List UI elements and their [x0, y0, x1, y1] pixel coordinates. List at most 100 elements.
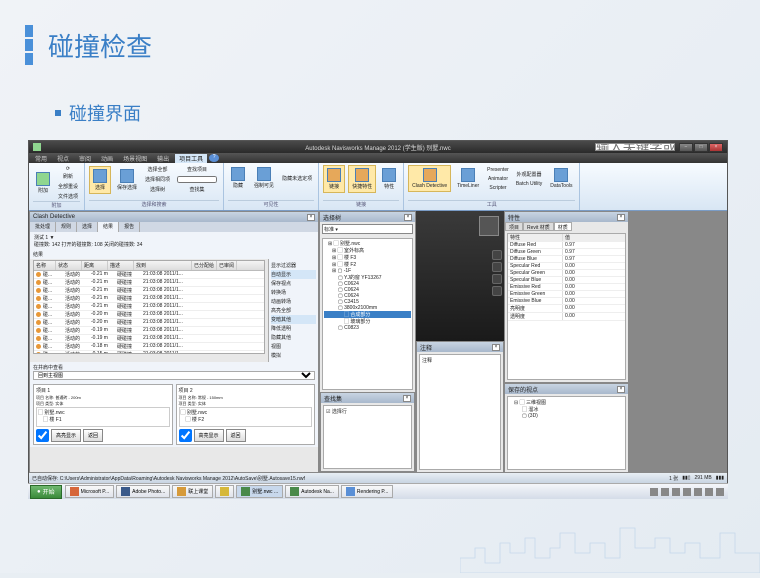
task-class[interactable]: 联上课堂	[172, 485, 213, 498]
table-row[interactable]: 碰...活动的-0.20 m硬碰撞21:03:08 2011/1...	[34, 319, 264, 327]
tray-icon[interactable]	[694, 488, 702, 496]
ribbon-hideunsel[interactable]: 隐藏未选定项	[280, 174, 314, 183]
tree-node[interactable]: ▢ 玻璃部分	[324, 318, 411, 325]
review-select[interactable]: 回到主视图	[33, 371, 315, 380]
tab-select[interactable]: 选择	[77, 222, 98, 232]
window-titlebar[interactable]: Autodesk Navisworks Manage 2012 (学生版) 别墅…	[29, 141, 727, 153]
tray-icon[interactable]	[672, 488, 680, 496]
menu-anim[interactable]: 动画	[97, 154, 117, 163]
tab-batch[interactable]: 批处理	[30, 222, 56, 232]
ribbon-selsame[interactable]: 选择相同项	[143, 175, 172, 184]
zoom-tool[interactable]	[492, 274, 502, 284]
ribbon-timeliner[interactable]: TimeLiner	[454, 166, 482, 191]
ribbon-reset[interactable]: 全部重设	[56, 182, 80, 191]
tree-node[interactable]: ⊞ ▢ 别墅.nwc	[324, 240, 411, 247]
ribbon-finditem[interactable]: 查找项目	[175, 165, 219, 174]
task-ps[interactable]: Adobe Photo...	[116, 485, 170, 498]
ribbon-datatools[interactable]: DataTools	[547, 166, 575, 191]
ribbon-appearcfg[interactable]: 外观配置器	[514, 170, 544, 179]
tree-node[interactable]: ▢ 合成部分	[324, 311, 411, 318]
ribbon-quickfind[interactable]	[175, 175, 219, 184]
start-button[interactable]: ● 开始	[30, 485, 62, 499]
ribbon-tree[interactable]: 选择树	[143, 185, 172, 194]
ribbon-presenter[interactable]: Presenter	[485, 166, 511, 174]
table-row[interactable]: 碰...活动的-0.21 m硬碰撞21:03:08 2011/1...	[34, 303, 264, 311]
ribbon-hide[interactable]: 隐藏	[228, 165, 248, 191]
tray-icon[interactable]	[650, 488, 658, 496]
tree-node[interactable]: ▢ C0823	[324, 325, 411, 331]
menu-review[interactable]: 审阅	[75, 154, 95, 163]
tree-body[interactable]: ⊞ ▢ 别墅.nwc⊞ ▢ 室外标高⊞ ▢ 楼 F3⊞ ▢ 楼 F2⊞ ▢ -1…	[322, 238, 413, 390]
orbit-tool[interactable]	[492, 250, 502, 260]
ribbon-scripter[interactable]: Scripter	[485, 184, 511, 192]
viewport-3d[interactable]: 注释× 注释	[416, 211, 504, 473]
item2-back[interactable]: 返回	[226, 429, 246, 442]
tree-node[interactable]: ⊞ ▢ 楼 F2	[324, 261, 411, 268]
close-icon[interactable]: ×	[404, 214, 412, 221]
task-folder[interactable]	[215, 485, 234, 498]
table-row[interactable]: 碰...活动的-0.21 m硬碰撞21:03:08 2011/1...	[34, 287, 264, 295]
clash-title: Clash Detective	[33, 214, 75, 220]
menu-tools[interactable]: 项目工具	[175, 154, 207, 163]
close-icon[interactable]: ×	[307, 214, 315, 221]
pan-tool[interactable]	[492, 262, 502, 272]
minimize-button[interactable]: −	[679, 143, 693, 152]
tab-rules[interactable]: 规则	[56, 222, 77, 232]
tree-node[interactable]: ⊞ ▢ 室外标高	[324, 247, 411, 254]
tree-mode-select[interactable]: 标准 ▾	[322, 224, 413, 234]
props-row: Diffuse Red0.97	[508, 242, 625, 249]
ribbon-animator[interactable]: Animator	[485, 175, 511, 183]
tray-icon[interactable]	[683, 488, 691, 496]
item1-hl[interactable]: 高亮显示	[51, 429, 81, 442]
ribbon-forcevis[interactable]: 强制可见	[251, 165, 277, 191]
ribbon-fileopt[interactable]: 文件选项	[56, 192, 80, 201]
tree-node[interactable]: ▢ YJ的窗 YF13267	[324, 274, 411, 281]
props-tab-item[interactable]: 项目	[505, 222, 523, 231]
ribbon-links[interactable]: 链接	[323, 165, 345, 193]
menu-output[interactable]: 输出	[153, 154, 173, 163]
ribbon-batch[interactable]: Batch Utility	[514, 180, 544, 188]
viewcube[interactable]	[479, 216, 499, 236]
props-tab-material[interactable]: 材质	[554, 222, 572, 231]
tray-icon[interactable]	[716, 488, 724, 496]
decorative-cityscape	[460, 523, 760, 573]
item1-back[interactable]: 返回	[83, 429, 103, 442]
tab-report[interactable]: 报告	[119, 222, 140, 232]
table-row[interactable]: 碰...活动的-0.21 m硬碰撞21:03:08 2011/1...	[34, 279, 264, 287]
ribbon-savesel[interactable]: 保存选择	[114, 167, 140, 193]
item2-hl[interactable]: 高亮显示	[194, 429, 224, 442]
menu-home[interactable]: 常用	[31, 154, 51, 163]
search-input[interactable]	[595, 143, 675, 151]
tab-results[interactable]: 结果	[98, 222, 119, 232]
tree-node[interactable]: ⊞ ▢ 楼 F3	[324, 254, 411, 261]
maximize-button[interactable]: □	[694, 143, 708, 152]
table-row[interactable]: 碰...活动的-0.19 m硬碰撞21:03:08 2011/1...	[34, 327, 264, 335]
task-ppt[interactable]: Microsoft P...	[65, 485, 115, 498]
tray-icon[interactable]	[661, 488, 669, 496]
menu-viewpoint[interactable]: 视点	[53, 154, 73, 163]
help-button[interactable]: ?	[209, 154, 219, 162]
menu-scene[interactable]: 场景视图	[119, 154, 151, 163]
ribbon-selall[interactable]: 选择全部	[143, 165, 172, 174]
table-row[interactable]: 碰...活动的-0.21 m硬碰撞21:03:08 2011/1...	[34, 271, 264, 279]
close-button[interactable]: ×	[709, 143, 723, 152]
table-row[interactable]: 碰...活动的-0.15 m硬碰撞21:03:08 2011/1...	[34, 351, 264, 354]
ribbon-quickprops[interactable]: 快捷特性	[348, 165, 376, 193]
task-nwc[interactable]: 别墅.nwc ...	[236, 485, 283, 498]
ribbon-findset[interactable]: 查找集	[175, 185, 219, 194]
table-row[interactable]: 碰...活动的-0.21 m硬碰撞21:03:08 2011/1...	[34, 295, 264, 303]
props-tab-revit[interactable]: Revit 材质	[523, 222, 554, 231]
ribbon-append[interactable]: 附加	[33, 170, 53, 196]
system-tray[interactable]	[646, 488, 728, 496]
ribbon-select[interactable]: 选择	[89, 166, 111, 194]
table-row[interactable]: 碰...活动的-0.19 m硬碰撞21:03:08 2011/1...	[34, 335, 264, 343]
table-row[interactable]: 碰...活动的-0.18 m硬碰撞21:03:08 2011/1...	[34, 343, 264, 351]
task-render[interactable]: Rendering P...	[341, 485, 393, 498]
walk-tool[interactable]	[492, 286, 502, 296]
table-row[interactable]: 碰...活动的-0.20 m硬碰撞21:03:08 2011/1...	[34, 311, 264, 319]
ribbon-clash[interactable]: Clash Detective	[408, 165, 451, 192]
ribbon-props[interactable]: 特性	[379, 166, 399, 192]
task-nw[interactable]: Autodesk Na...	[285, 485, 339, 498]
ribbon-refresh[interactable]: ⟳ 刷新	[56, 165, 80, 181]
tray-icon[interactable]	[705, 488, 713, 496]
